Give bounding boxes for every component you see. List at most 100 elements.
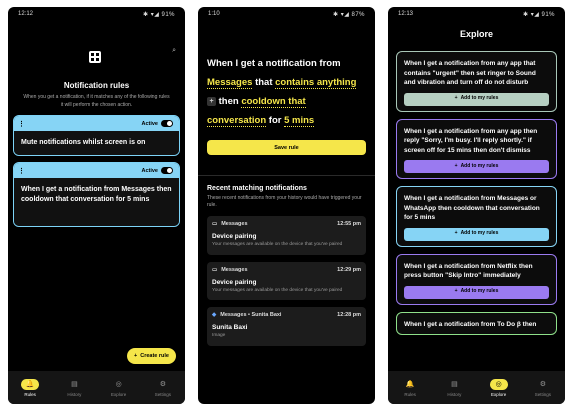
add-to-rules-button[interactable]: + Add to my rules bbox=[404, 160, 549, 173]
nav-label: Explore bbox=[490, 391, 507, 397]
rule-text: then bbox=[218, 96, 239, 107]
notification-body: Your messages are available on the devic… bbox=[212, 287, 343, 293]
message-icon: ◆ bbox=[212, 312, 217, 318]
nav-rules[interactable]: 🔔 Rules bbox=[21, 378, 40, 397]
notification-app: Messages bbox=[221, 221, 248, 227]
status-icons: ✱ ▾◢ 91% bbox=[143, 11, 175, 18]
explore-card-text: When I get a notification from any app t… bbox=[404, 127, 538, 154]
phone-explore-screen: 12:13 ✱ ▾◢ 91% Explore When I get a noti… bbox=[388, 7, 565, 404]
section-title: Recent matching notifications bbox=[207, 185, 307, 192]
add-label: Add to my rules bbox=[460, 162, 499, 169]
notification-time: 12:55 pm bbox=[337, 221, 361, 227]
search-icon[interactable]: ⌕ bbox=[172, 47, 176, 55]
rule-status: Active bbox=[141, 120, 158, 127]
more-icon[interactable]: ⋮ bbox=[18, 120, 25, 128]
plus-icon: + bbox=[454, 95, 458, 102]
nav-history[interactable]: ▤ History bbox=[445, 379, 463, 397]
add-to-rules-button[interactable]: + Add to my rules bbox=[404, 285, 549, 299]
settings-icon: ⚙ bbox=[539, 381, 547, 388]
plus-icon: + bbox=[134, 353, 138, 359]
nav-history[interactable]: ▤ History bbox=[65, 379, 83, 397]
message-icon: ▭ bbox=[212, 266, 218, 273]
explore-card-text: When I get a notification from Netflix t… bbox=[404, 262, 533, 280]
notification-app: Messages bbox=[221, 266, 248, 273]
rule-sentence: When I get a notification from Messages … bbox=[198, 21, 375, 130]
history-icon: ▤ bbox=[451, 381, 458, 388]
notification-time: 12:28 pm bbox=[337, 312, 361, 318]
status-bar: 12:12 ✱ ▾◢ 91% bbox=[8, 7, 185, 21]
plus-icon: + bbox=[454, 162, 458, 169]
history-icon: ▤ bbox=[71, 381, 78, 388]
add-label: Add to my rules bbox=[460, 230, 499, 237]
add-to-rules-button[interactable]: + Add to my rules bbox=[404, 227, 549, 241]
notification-item: ▭ Messages 12:29 pm Device pairing Your m… bbox=[207, 261, 366, 300]
page-title: Notification rules bbox=[63, 81, 130, 90]
bottom-nav: 🔔 Rules ▤ History ◎ Explore ⚙ Settings bbox=[8, 371, 185, 404]
notification-app: Messages • Sunita Baxi bbox=[220, 312, 282, 318]
nav-rules[interactable]: 🔔 Rules bbox=[401, 379, 419, 397]
status-time: 12:13 bbox=[398, 11, 414, 17]
save-rule-button[interactable]: Save rule bbox=[207, 140, 366, 155]
rule-text: When I get a notification from bbox=[207, 58, 341, 69]
rule-card[interactable]: ⋮ Active Mute notifications whilst scree… bbox=[13, 115, 180, 156]
nav-label: History bbox=[67, 391, 82, 397]
explore-icon: ◎ bbox=[489, 378, 508, 390]
status-icons: ✱ ▾◢ 87% bbox=[333, 11, 365, 18]
section-description: These recent notifications from your his… bbox=[207, 195, 362, 208]
explore-card: When I get a notification from Messages … bbox=[396, 186, 557, 247]
condition-selector[interactable]: contains anything bbox=[275, 77, 357, 89]
nav-label: History bbox=[447, 391, 462, 397]
plus-icon: + bbox=[454, 288, 458, 295]
explore-card-text: When I get a notification from any app t… bbox=[404, 60, 536, 86]
add-to-rules-button[interactable]: + Add to my rules bbox=[404, 92, 549, 106]
status-bar: 1:10 ✱ ▾◢ 87% bbox=[198, 7, 375, 21]
nav-label: Rules bbox=[404, 391, 416, 397]
nav-explore[interactable]: ◎ Explore bbox=[110, 379, 128, 397]
duration-selector[interactable]: 5 mins bbox=[284, 115, 315, 127]
nav-label: Rules bbox=[24, 391, 36, 397]
explore-card: When I get a notification from any app t… bbox=[396, 51, 557, 112]
status-bar: 12:13 ✱ ▾◢ 91% bbox=[388, 7, 565, 21]
create-rule-button[interactable]: + Create rule bbox=[127, 348, 176, 364]
notification-title: Device pairing bbox=[212, 233, 257, 240]
notification-body: Your messages are available on the devic… bbox=[212, 242, 343, 247]
settings-icon: ⚙ bbox=[159, 381, 167, 388]
rule-toggle[interactable] bbox=[161, 167, 173, 174]
page-title: Explore bbox=[459, 29, 493, 39]
rule-toggle[interactable] bbox=[161, 120, 173, 127]
nav-settings[interactable]: ⚙ Settings bbox=[154, 379, 172, 397]
add-condition-button[interactable]: + bbox=[207, 96, 216, 106]
bell-icon: 🔔 bbox=[405, 381, 415, 388]
bottom-nav: 🔔 Rules ▤ History ◎ Explore ⚙ Settings bbox=[388, 371, 565, 404]
notification-item: ◆ Messages • Sunita Baxi 12:28 pm Sunita … bbox=[207, 307, 366, 346]
status-time: 1:10 bbox=[208, 11, 220, 17]
nav-settings[interactable]: ⚙ Settings bbox=[534, 379, 552, 397]
rule-status: Active bbox=[141, 167, 158, 174]
bell-icon: 🔔 bbox=[21, 378, 40, 390]
phone-rule-editor-screen: 1:10 ✱ ▾◢ 87% When I get a notification … bbox=[198, 7, 375, 404]
rule-card[interactable]: ⋮ Active When I get a notification from … bbox=[13, 162, 180, 227]
more-icon[interactable]: ⋮ bbox=[18, 167, 25, 175]
nav-explore[interactable]: ◎ Explore bbox=[489, 378, 508, 397]
rule-text: Mute notifications whilst screen is on bbox=[14, 131, 179, 155]
explore-card: When I get a notification from To Do β t… bbox=[396, 311, 557, 335]
add-label: Add to my rules bbox=[460, 288, 499, 295]
rule-text: When I get a notification from Messages … bbox=[14, 178, 179, 226]
rule-text: for bbox=[268, 115, 282, 126]
explore-icon: ◎ bbox=[115, 381, 122, 388]
rule-text: that bbox=[255, 77, 273, 88]
add-label: Add to my rules bbox=[460, 95, 499, 102]
app-selector[interactable]: Messages bbox=[207, 77, 253, 89]
plus-icon: + bbox=[454, 230, 458, 237]
notification-title: Sunita Baxi bbox=[212, 324, 248, 331]
explore-card-text: When I get a notification from To Do β t… bbox=[404, 320, 537, 328]
nav-label: Settings bbox=[534, 391, 551, 397]
explore-card: When I get a notification from any app t… bbox=[396, 118, 557, 179]
explore-card-text: When I get a notification from Messages … bbox=[404, 195, 540, 221]
message-icon: ▭ bbox=[212, 221, 218, 227]
nav-label: Explore bbox=[110, 391, 127, 397]
notification-body: Image bbox=[212, 333, 226, 338]
page-description: When you get a notification, if it match… bbox=[23, 94, 170, 108]
status-time: 12:12 bbox=[18, 11, 34, 17]
notification-item: ▭ Messages 12:55 pm Device pairing Your m… bbox=[207, 216, 366, 255]
